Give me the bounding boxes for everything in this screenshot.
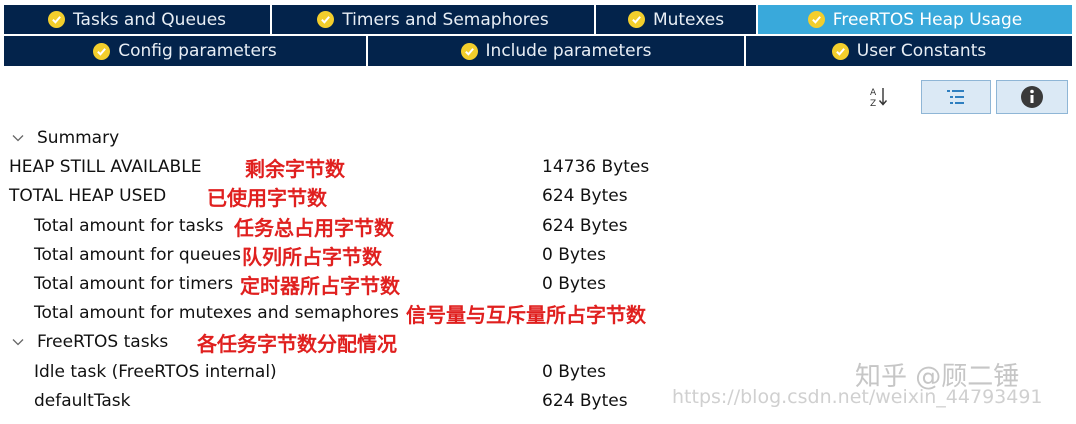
annotation-note: 剩余字节数	[245, 156, 345, 181]
row-label: TOTAL HEAP USED	[9, 186, 167, 206]
check-icon	[317, 11, 335, 28]
list-view-icon	[947, 90, 964, 104]
row-label: Total amount for tasks	[34, 216, 224, 236]
check-icon	[831, 42, 849, 60]
row-value: 0 Bytes	[542, 274, 606, 294]
tab-label: Mutexes	[652, 9, 725, 30]
row-label: Idle task (FreeRTOS internal)	[34, 362, 277, 382]
tab-label: User Constants	[856, 41, 987, 61]
row-label: Total amount for queues	[34, 245, 241, 265]
row-value: 624 Bytes	[542, 391, 628, 411]
check-icon	[627, 11, 645, 28]
check-icon	[47, 11, 65, 28]
tree-row-tasks[interactable]: Total amount for tasks 任务总占用字节数 624 Byte…	[0, 212, 1076, 240]
tree-row-queues[interactable]: Total amount for queues 队列所占字节数 0 Bytes	[0, 241, 1076, 269]
tree-row-heap-used[interactable]: TOTAL HEAP USED 已使用字节数 624 Bytes	[0, 182, 1076, 210]
tab-row-2: Config parameters Include parameters Use…	[4, 36, 1072, 66]
annotation-note: 队列所占字节数	[242, 244, 382, 269]
row-value: 624 Bytes	[542, 186, 628, 206]
annotation-note: 已使用字节数	[207, 185, 327, 210]
tab-label: Include parameters	[485, 41, 652, 61]
annotation-note: 各任务字节数分配情况	[197, 331, 397, 356]
tab-row-1: Tasks and Queues Timers and Semaphores M…	[4, 5, 1072, 34]
row-value: 0 Bytes	[542, 362, 606, 382]
tab-freertos-heap-usage[interactable]: FreeRTOS Heap Usage	[758, 5, 1072, 34]
row-value: 14736 Bytes	[542, 157, 650, 177]
info-icon	[1021, 86, 1043, 108]
tab-label: Timers and Semaphores	[342, 9, 549, 30]
summary-header: Summary	[37, 128, 120, 148]
svg-text:A: A	[870, 88, 877, 98]
tree-row-mutexes[interactable]: Total amount for mutexes and semaphores …	[0, 299, 1076, 327]
row-label: HEAP STILL AVAILABLE	[9, 157, 202, 177]
tab-label: Config parameters	[118, 41, 277, 61]
tab-config-parameters[interactable]: Config parameters	[4, 36, 368, 66]
freertos-tasks-header: FreeRTOS tasks	[37, 332, 169, 352]
tab-include-parameters[interactable]: Include parameters	[368, 36, 746, 66]
tab-label: FreeRTOS Heap Usage	[832, 9, 1023, 30]
tree-row-timers[interactable]: Total amount for timers 定时器所占字节数 0 Bytes	[0, 270, 1076, 298]
row-label: Total amount for mutexes and semaphores	[34, 303, 399, 323]
tab-timers-and-semaphores[interactable]: Timers and Semaphores	[272, 5, 596, 34]
row-label: Total amount for timers	[34, 274, 234, 294]
url-watermark: https://blog.csdn.net/weixin_44793491	[672, 386, 1043, 408]
chevron-down-icon[interactable]	[11, 131, 25, 145]
info-button[interactable]	[996, 80, 1068, 114]
list-view-button[interactable]	[921, 80, 991, 114]
row-value: 0 Bytes	[542, 245, 606, 265]
freertos-tasks-group[interactable]: FreeRTOS tasks 各任务字节数分配情况	[0, 328, 1076, 356]
svg-text:Z: Z	[870, 99, 876, 109]
tab-user-constants[interactable]: User Constants	[746, 36, 1072, 66]
row-label: defaultTask	[34, 391, 131, 411]
check-icon	[93, 42, 111, 60]
annotation-note: 定时器所占字节数	[240, 273, 400, 298]
check-icon	[460, 42, 478, 60]
check-icon	[807, 11, 825, 28]
summary-group[interactable]: Summary	[0, 124, 1076, 152]
chevron-down-icon[interactable]	[11, 335, 25, 349]
tab-tasks-and-queues[interactable]: Tasks and Queues	[4, 5, 272, 34]
tree-row-heap-available[interactable]: HEAP STILL AVAILABLE 剩余字节数 14736 Bytes	[0, 153, 1076, 181]
annotation-note: 任务总占用字节数	[234, 215, 394, 240]
tab-label: Tasks and Queues	[72, 9, 227, 30]
tab-mutexes[interactable]: Mutexes	[596, 5, 758, 34]
sort-button[interactable]: A Z	[860, 80, 898, 114]
annotation-note: 信号量与互斥量所占字节数	[406, 302, 646, 327]
row-value: 624 Bytes	[542, 216, 628, 236]
sort-az-icon: A Z	[870, 88, 888, 109]
